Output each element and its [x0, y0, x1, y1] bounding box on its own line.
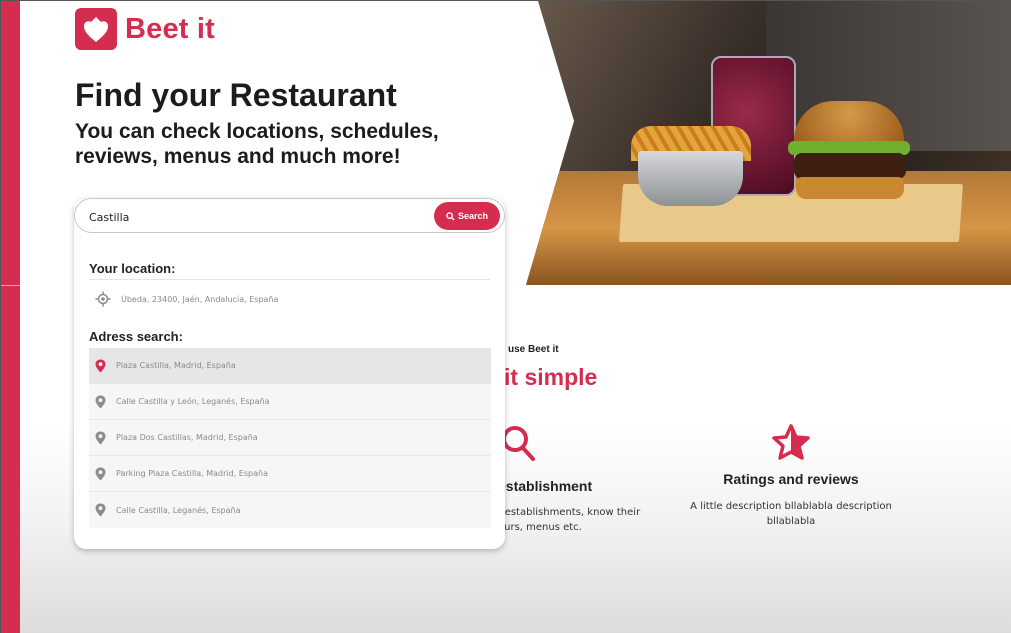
search-bar: Search: [74, 198, 505, 233]
feature-ratings-title: Ratings and reviews: [723, 471, 859, 487]
address-result-item[interactable]: Parking Plaza Castilla, Madrid, España: [89, 456, 491, 492]
location-divider: [89, 279, 490, 280]
address-results-list: Plaza Castilla, Madrid, España Calle Cas…: [89, 348, 491, 528]
brand-logo[interactable]: Beet it: [75, 8, 215, 50]
map-pin-icon: [95, 431, 106, 444]
map-pin-icon: [95, 467, 106, 480]
hero-food-photo: [526, 1, 1011, 285]
crosshair-icon: [95, 291, 111, 307]
location-label: Your location:: [89, 261, 176, 276]
feature-ratings-desc: A little description bllablabla descript…: [690, 501, 892, 527]
map-pin-icon: [95, 503, 106, 517]
magnifier-icon: [502, 426, 535, 461]
address-result-text: Plaza Castilla, Madrid, España: [116, 361, 236, 370]
search-dropdown-panel: Search Your location: Úbeda, 23400, Jaén…: [74, 198, 505, 549]
stripe-notch: [1, 285, 20, 286]
feature-ratings: Ratings and reviews A little description…: [681, 423, 901, 529]
address-result-item[interactable]: Plaza Dos Castillas, Madrid, España: [89, 420, 491, 456]
address-result-item[interactable]: Calle Castilla, Leganés, España: [89, 492, 491, 528]
address-result-text: Calle Castilla y León, Leganés, España: [116, 397, 270, 406]
beet-logo-icon: [75, 8, 117, 50]
brand-name: Beet it: [125, 12, 216, 45]
star-icon: [772, 424, 810, 460]
photo-patty: [794, 153, 906, 179]
current-location-option[interactable]: Úbeda, 23400, Jaén, Andalucía, España: [89, 288, 490, 310]
page-subtitle: You can check locations, schedules, revi…: [75, 120, 439, 168]
how-it-works-heading: it simple: [504, 364, 598, 390]
page-title: Find your Restaurant: [75, 77, 397, 113]
photo-bowl: [638, 151, 743, 206]
photo-bun-bottom: [796, 177, 904, 199]
address-result-item[interactable]: Calle Castilla y León, Leganés, España: [89, 384, 491, 420]
search-button-label: Search: [457, 211, 489, 221]
address-result-text: Parking Plaza Castilla, Madrid, España: [116, 469, 268, 478]
current-location-text: Úbeda, 23400, Jaén, Andalucía, España: [121, 294, 279, 304]
search-icon: [446, 211, 455, 221]
how-it-works-label: use Beet it: [508, 344, 559, 355]
map-pin-icon: [95, 359, 106, 372]
address-result-text: Plaza Dos Castillas, Madrid, España: [116, 433, 258, 442]
feature-establishment-desc: f establishments, know their ours, menus…: [498, 507, 641, 533]
search-button[interactable]: Search: [434, 202, 500, 230]
feature-establishment-title: establishment: [498, 478, 593, 494]
address-result-item[interactable]: Plaza Castilla, Madrid, España: [89, 348, 491, 384]
address-search-label: Adress search:: [89, 329, 183, 344]
photo-bun-top: [794, 101, 904, 146]
left-accent-stripe: [1, 1, 20, 633]
address-result-text: Calle Castilla, Leganés, España: [116, 505, 241, 515]
map-pin-icon: [95, 395, 106, 408]
search-input[interactable]: [89, 208, 419, 226]
